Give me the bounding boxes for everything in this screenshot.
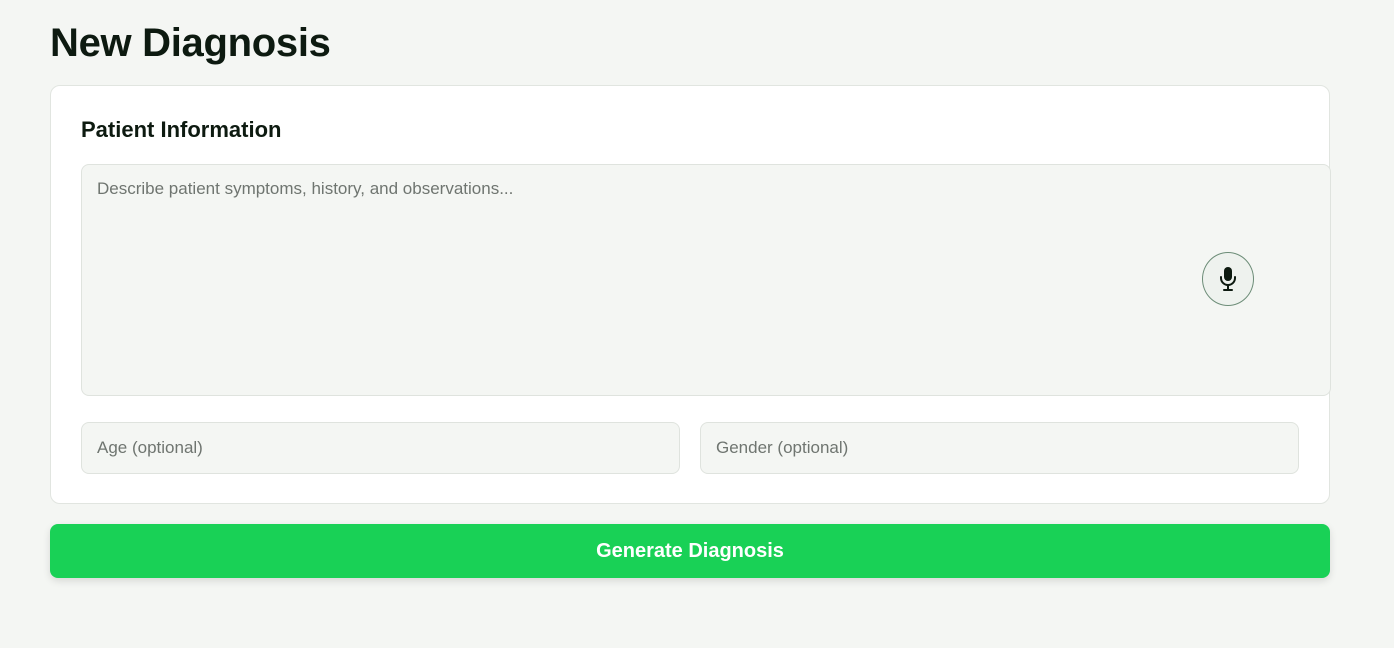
page-title: New Diagnosis xyxy=(50,21,331,65)
microphone-icon xyxy=(1220,267,1236,291)
symptoms-textarea-container xyxy=(81,164,1331,396)
patient-information-card: Patient Information xyxy=(50,85,1331,504)
symptoms-textarea[interactable] xyxy=(82,165,1330,395)
gender-field-container xyxy=(700,422,1299,474)
microphone-button[interactable] xyxy=(1202,252,1254,306)
age-field-container xyxy=(81,422,680,474)
gender-input[interactable] xyxy=(701,423,1298,473)
card-title: Patient Information xyxy=(81,117,282,142)
age-input[interactable] xyxy=(82,423,679,473)
new-diagnosis-page: New Diagnosis Patient Information Genera… xyxy=(0,0,1394,648)
generate-diagnosis-button[interactable]: Generate Diagnosis xyxy=(50,524,1330,578)
